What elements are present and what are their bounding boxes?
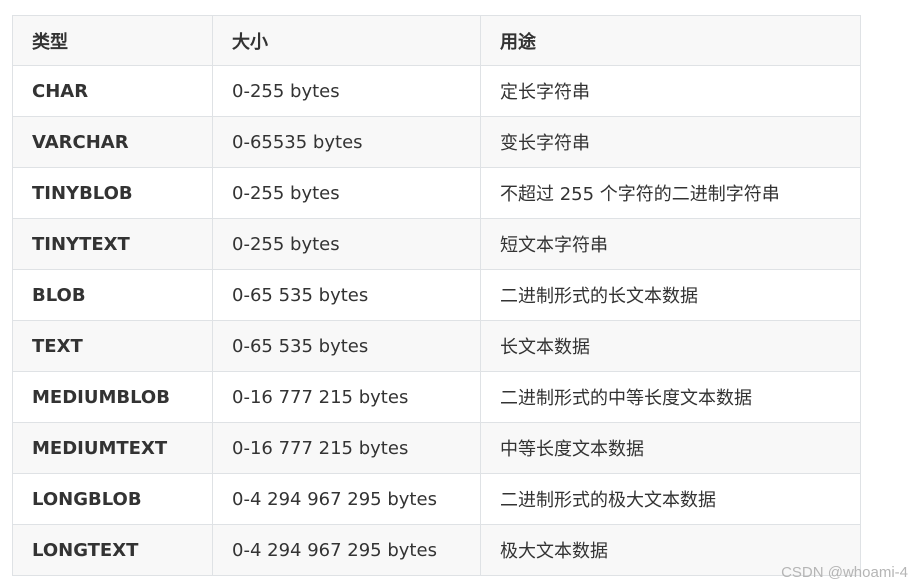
- csdn-watermark: CSDN @whoami-4: [781, 564, 908, 581]
- table-header-row: 类型 大小 用途: [12, 15, 861, 66]
- type-cell: CHAR: [12, 65, 213, 117]
- type-cell: TINYBLOB: [12, 167, 213, 219]
- usage-cell: 中等长度文本数据: [480, 422, 861, 474]
- type-cell: LONGTEXT: [12, 524, 213, 576]
- type-cell: LONGBLOB: [12, 473, 213, 525]
- header-usage: 用途: [480, 15, 861, 66]
- usage-cell: 定长字符串: [480, 65, 861, 117]
- usage-cell: 不超过 255 个字符的二进制字符串: [480, 167, 861, 219]
- size-cell: 0-255 bytes: [212, 218, 481, 270]
- type-cell: MEDIUMTEXT: [12, 422, 213, 474]
- table-row: LONGBLOB 0-4 294 967 295 bytes 二进制形式的极大文…: [12, 473, 861, 525]
- table-row: MEDIUMBLOB 0-16 777 215 bytes 二进制形式的中等长度…: [12, 371, 861, 423]
- size-cell: 0-16 777 215 bytes: [212, 371, 481, 423]
- table-row: MEDIUMTEXT 0-16 777 215 bytes 中等长度文本数据: [12, 422, 861, 474]
- size-cell: 0-4 294 967 295 bytes: [212, 473, 481, 525]
- header-type: 类型: [12, 15, 213, 66]
- usage-cell: 短文本字符串: [480, 218, 861, 270]
- size-cell: 0-4 294 967 295 bytes: [212, 524, 481, 576]
- type-cell: VARCHAR: [12, 116, 213, 168]
- usage-cell: 二进制形式的极大文本数据: [480, 473, 861, 525]
- data-types-table-container: 类型 大小 用途 CHAR 0-255 bytes 定长字符串 VARCHAR …: [12, 15, 861, 576]
- table-row: LONGTEXT 0-4 294 967 295 bytes 极大文本数据: [12, 524, 861, 576]
- type-cell: TINYTEXT: [12, 218, 213, 270]
- usage-cell: 长文本数据: [480, 320, 861, 372]
- size-cell: 0-65 535 bytes: [212, 320, 481, 372]
- size-cell: 0-65535 bytes: [212, 116, 481, 168]
- size-cell: 0-255 bytes: [212, 65, 481, 117]
- table-row: TEXT 0-65 535 bytes 长文本数据: [12, 320, 861, 372]
- size-cell: 0-16 777 215 bytes: [212, 422, 481, 474]
- type-cell: MEDIUMBLOB: [12, 371, 213, 423]
- table-row: TINYBLOB 0-255 bytes 不超过 255 个字符的二进制字符串: [12, 167, 861, 219]
- table-row: BLOB 0-65 535 bytes 二进制形式的长文本数据: [12, 269, 861, 321]
- table-row: VARCHAR 0-65535 bytes 变长字符串: [12, 116, 861, 168]
- usage-cell: 变长字符串: [480, 116, 861, 168]
- table-row: TINYTEXT 0-255 bytes 短文本字符串: [12, 218, 861, 270]
- table-row: CHAR 0-255 bytes 定长字符串: [12, 65, 861, 117]
- type-cell: TEXT: [12, 320, 213, 372]
- size-cell: 0-65 535 bytes: [212, 269, 481, 321]
- size-cell: 0-255 bytes: [212, 167, 481, 219]
- type-cell: BLOB: [12, 269, 213, 321]
- header-size: 大小: [212, 15, 481, 66]
- usage-cell: 二进制形式的长文本数据: [480, 269, 861, 321]
- usage-cell: 二进制形式的中等长度文本数据: [480, 371, 861, 423]
- mysql-text-types-table: 类型 大小 用途 CHAR 0-255 bytes 定长字符串 VARCHAR …: [12, 15, 861, 576]
